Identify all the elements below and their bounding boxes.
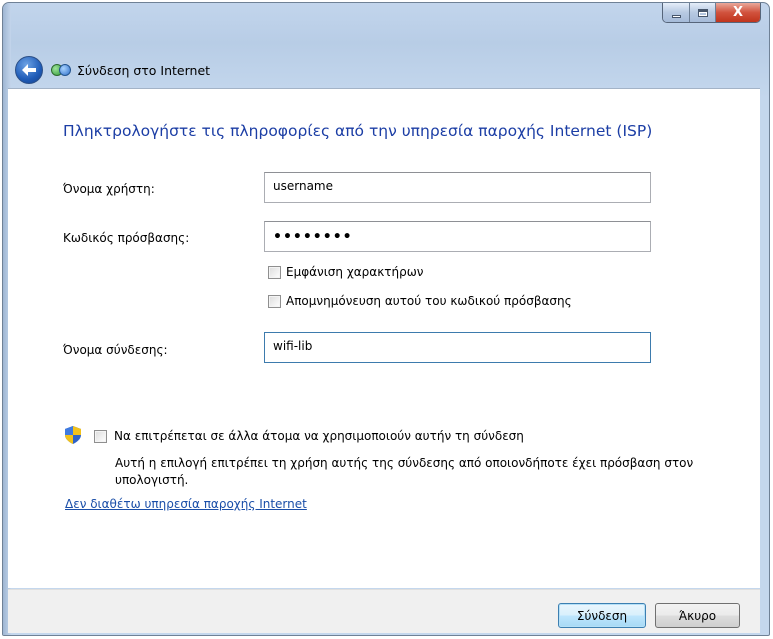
- password-input[interactable]: ••••••••: [264, 221, 651, 252]
- close-button[interactable]: X: [716, 3, 760, 22]
- connect-button[interactable]: Σύνδεση: [558, 603, 646, 628]
- allow-others-checkbox-row[interactable]: Να επιτρέπεται σε άλλα άτομα να χρησιμοπ…: [94, 429, 524, 443]
- allow-others-label: Να επιτρέπεται σε άλλα άτομα να χρησιμοπ…: [114, 429, 524, 443]
- username-input[interactable]: username: [264, 172, 651, 203]
- remember-password-checkbox[interactable]: [268, 294, 281, 308]
- uac-shield-icon: [65, 426, 81, 444]
- no-isp-link[interactable]: Δεν διαθέτω υπηρεσία παροχής Internet: [65, 497, 307, 511]
- password-label: Κωδικός πρόσβασης:: [63, 231, 190, 245]
- show-characters-checkbox-row[interactable]: Εμφάνιση χαρακτήρων: [268, 265, 423, 279]
- maximize-button[interactable]: [690, 3, 716, 22]
- maximize-icon: [697, 8, 708, 17]
- remember-password-label: Απομνημόνευση αυτού του κωδικού πρόσβαση…: [286, 294, 572, 308]
- navigation-bar: Σύνδεση στο Internet: [15, 55, 210, 85]
- cancel-button[interactable]: Άκυρο: [655, 603, 740, 628]
- allow-others-description: Αυτή η επιλογή επιτρέπει τη χρήση αυτής …: [115, 456, 694, 487]
- content-area: Πληκτρολογήστε τις πληροφορίες από την υ…: [8, 88, 760, 588]
- username-label: Όνομα χρήστη:: [63, 182, 155, 196]
- show-characters-checkbox[interactable]: [268, 265, 281, 279]
- minimize-button[interactable]: [663, 3, 690, 22]
- minimize-icon: [671, 14, 681, 18]
- caption-buttons: X: [662, 3, 761, 23]
- connection-name-label: Όνομα σύνδεσης:: [63, 343, 168, 357]
- connection-name-input[interactable]: wifi-lib: [264, 332, 651, 363]
- allow-others-checkbox[interactable]: [94, 429, 107, 443]
- back-button[interactable]: [15, 56, 43, 84]
- back-arrow-icon: [22, 61, 36, 80]
- show-characters-label: Εμφάνιση χαρακτήρων: [286, 265, 424, 279]
- page-heading: Πληκτρολογήστε τις πληροφορίες από την υ…: [63, 122, 653, 140]
- button-bar: Σύνδεση Άκυρο: [8, 589, 760, 633]
- close-icon: X: [732, 5, 744, 20]
- remember-password-checkbox-row[interactable]: Απομνημόνευση αυτού του κωδικού πρόσβαση…: [268, 294, 572, 308]
- window-title: Σύνδεση στο Internet: [77, 62, 211, 78]
- network-globe-icon: [51, 62, 71, 78]
